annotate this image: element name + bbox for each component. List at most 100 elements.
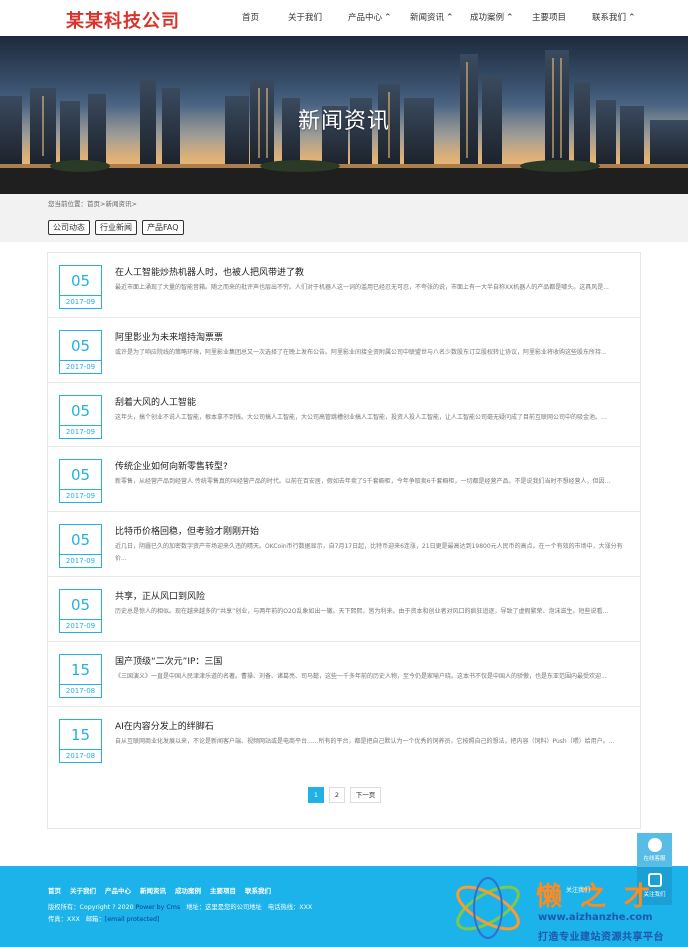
- news-title[interactable]: 传统企业如何向新零售转型?: [115, 459, 228, 472]
- chat-bubble-icon: [647, 838, 662, 852]
- nav-news[interactable]: 新闻资讯 ⌃: [400, 0, 460, 36]
- tab-company-news[interactable]: 公司动态: [48, 220, 90, 235]
- news-summary: 这年头，搞个创业不说人工智能，根本拿不到钱。大公司搞人工智能，大公司高管跳槽创业…: [115, 413, 607, 421]
- watermark-brand: 懒之才: [536, 882, 669, 912]
- date-month: 2017-09: [60, 619, 101, 632]
- tab-product-faq[interactable]: 产品FAQ: [142, 220, 184, 235]
- watermark-follow-tag: 关注我们: [566, 887, 591, 894]
- news-title[interactable]: 在人工智能炒热机器人时，也被人把风带进了教: [115, 265, 304, 278]
- date-box: 05 2017-09: [59, 329, 102, 374]
- tab-industry-news[interactable]: 行业新闻: [95, 220, 137, 235]
- date-box: 05 2017-09: [59, 394, 102, 439]
- chevron-up-icon: ⌃: [384, 13, 392, 23]
- news-title[interactable]: 国产顶级“二次元”IP：三国: [115, 654, 222, 667]
- footer-info-line: 版权所有：Copyright ? 2020 Power by Cms 地址：这里…: [48, 902, 312, 911]
- page-1-button[interactable]: 1: [308, 787, 324, 803]
- online-service-button[interactable]: 在线客服: [637, 833, 672, 867]
- address-text: 地址：这里是您的公司地址: [186, 904, 262, 911]
- date-box: 05 2017-09: [59, 265, 102, 309]
- news-title[interactable]: AI在内容分发上的绊脚石: [115, 719, 214, 732]
- list-item[interactable]: 05 2017-09 阿里影业为未来增持淘票票 或许是为了响应院线的策略环境，阿里…: [48, 318, 640, 383]
- footer-link-contact[interactable]: 联系我们: [245, 885, 271, 895]
- news-summary: 新零售，从经营产品到经营人 传统零售真的叫经营产品的时代。以前在百安居，假如去年…: [115, 478, 611, 486]
- news-title[interactable]: 阿里影业为未来增持淘票票: [115, 330, 223, 343]
- footer-link-home[interactable]: 首页: [48, 885, 61, 895]
- category-tabs: 公司动态 行业新闻 产品FAQ: [48, 220, 184, 235]
- email-link[interactable]: [email protected]: [105, 916, 160, 923]
- news-summary: 自从互联网商业化发展以来，不论是新闻客户端、视频网站或是电商平台......所有…: [115, 737, 615, 745]
- date-day: 05: [70, 596, 91, 614]
- news-summary: 《三国演义》一直是中国人民津津乐道的名著。曹操、刘备、诸葛亮、司马懿，这些一千多…: [115, 672, 607, 680]
- page-banner: 新闻资讯: [0, 36, 688, 194]
- site-header: 某某科技公司 首页 关于我们 产品中心 ⌃ 新闻资讯 ⌃ 成功案例 ⌃ 主要项目 联系…: [0, 0, 688, 36]
- list-item[interactable]: 05 2017-09 在人工智能炒热机器人时，也被人把风带进了教 最近市面上涌现了…: [48, 253, 640, 318]
- copyright-text: 版权所有：Copyright ? 2020: [48, 904, 134, 911]
- phone-text: 电话热线：XXX: [267, 904, 313, 911]
- nav-label: 成功案例: [470, 13, 505, 23]
- nav-label: 主要项目: [532, 13, 567, 23]
- news-summary: 近几日，阴霾已久的加密数字资产市场迎来久违的晴天。OKCoin币行数据显示，自7…: [115, 543, 623, 563]
- breadcrumb: 您当前位置：首页>新闻资讯>: [0, 194, 688, 211]
- nav-label: 产品中心: [348, 13, 383, 23]
- date-month: 2017-08: [60, 748, 101, 762]
- date-month: 2017-09: [60, 489, 101, 502]
- date-month: 2017-09: [60, 359, 101, 373]
- date-box: 05 2017-09: [59, 589, 102, 633]
- news-summary: 最近市面上涌现了大量的智能音箱。随之而来的批评声也层出不穷。人们对于机器人这一词…: [115, 284, 609, 291]
- breadcrumb-text[interactable]: 您当前位置：首页>新闻资讯>: [48, 198, 137, 208]
- footer-contact-line: 传真：XXX 邮箱：[email protected]: [48, 914, 159, 923]
- nav-home[interactable]: 首页: [232, 0, 272, 36]
- list-item[interactable]: 05 2017-09 共享，正从风口到风险 历史总是惊人的相似。现在越来越多的“共…: [48, 577, 640, 642]
- news-title[interactable]: 共享，正从风口到风险: [115, 589, 205, 602]
- nav-products[interactable]: 产品中心 ⌃: [338, 0, 398, 36]
- next-page-button[interactable]: 下一页: [350, 787, 381, 803]
- fax-text: 传真：XXX: [48, 916, 80, 923]
- online-service-label: 在线客服: [643, 856, 666, 862]
- nav-label: 首页: [242, 13, 260, 23]
- footer-link-products[interactable]: 产品中心: [105, 885, 131, 895]
- nav-contact[interactable]: 联系我们 ⌃: [582, 0, 644, 36]
- nav-cases[interactable]: 成功案例 ⌃: [460, 0, 522, 36]
- date-day: 05: [70, 401, 91, 420]
- news-title[interactable]: 刮着大风的人工智能: [115, 395, 196, 408]
- date-box: 15 2017-08: [59, 653, 102, 698]
- footer-link-projects[interactable]: 主要项目: [210, 885, 236, 895]
- date-box: 05 2017-09: [59, 459, 102, 504]
- date-box: 05 2017-09: [59, 524, 102, 569]
- nav-projects[interactable]: 主要项目: [522, 0, 580, 36]
- date-month: 2017-09: [60, 295, 101, 308]
- chevron-up-icon: ⌃: [446, 13, 454, 23]
- footer-link-cases[interactable]: 成功案例: [175, 885, 201, 895]
- nav-label: 联系我们: [592, 13, 627, 23]
- list-item[interactable]: 05 2017-09 比特币价格回稳，但考验才刚刚开始 近几日，阴霾已久的加密数字…: [48, 512, 640, 577]
- date-day: 05: [70, 336, 91, 355]
- site-logo[interactable]: 某某科技公司: [66, 7, 180, 33]
- news-summary: 或许是为了响应院线的策略环境，阿里影业集团总又一次选择了在晚上发布公告。阿里影业…: [115, 348, 607, 356]
- list-item[interactable]: 05 2017-09 传统企业如何向新零售转型? 新零售，从经营产品到经营人 传统…: [48, 447, 640, 513]
- main-nav: 首页 关于我们 产品中心 ⌃ 新闻资讯 ⌃ 成功案例 ⌃ 主要项目 联系我们 ⌃: [232, 0, 644, 36]
- footer-link-about[interactable]: 关于我们: [70, 885, 96, 895]
- date-day: 15: [70, 660, 91, 679]
- nav-about[interactable]: 关于我们: [278, 0, 334, 36]
- date-day: 05: [70, 272, 91, 290]
- watermark-url: www.aizhanzhe.com: [538, 912, 653, 923]
- email-label: 邮箱：: [85, 916, 105, 923]
- watermark-slogan: 打造专业建站资源共享平台: [538, 932, 664, 943]
- list-item[interactable]: 05 2017-09 刮着大风的人工智能 这年头，搞个创业不说人工智能，根本拿不到…: [48, 383, 640, 448]
- page-2-button[interactable]: 2: [329, 787, 345, 803]
- nav-label: 关于我们: [288, 13, 323, 23]
- nav-label: 新闻资讯: [410, 13, 445, 23]
- news-list: 05 2017-09 在人工智能炒热机器人时，也被人把风带进了教 最近市面上涌现了…: [47, 252, 641, 829]
- category-tabs-bar: 公司动态 行业新闻 产品FAQ: [0, 211, 688, 242]
- list-item[interactable]: 15 2017-08 国产顶级“二次元”IP：三国 《三国演义》一直是中国人民津津…: [48, 642, 640, 707]
- footer-nav: 首页 关于我们 产品中心 新闻资讯 成功案例 主要项目 联系我们: [48, 885, 280, 895]
- date-box: 15 2017-08: [59, 718, 102, 763]
- chevron-up-icon: ⌃: [628, 13, 636, 23]
- power-link[interactable]: Power by Cms: [136, 904, 181, 911]
- news-title[interactable]: 比特币价格回稳，但考验才刚刚开始: [115, 524, 259, 537]
- footer-link-news[interactable]: 新闻资讯: [140, 885, 166, 895]
- date-day: 05: [70, 466, 91, 485]
- list-item[interactable]: 15 2017-08 AI在内容分发上的绊脚石 自从互联网商业化发展以来，不论是新…: [48, 707, 640, 772]
- watermark: 懒之才 关注我们 www.aizhanzhe.com 打造专业建站资源共享平台: [448, 868, 688, 947]
- date-month: 2017-08: [60, 683, 101, 697]
